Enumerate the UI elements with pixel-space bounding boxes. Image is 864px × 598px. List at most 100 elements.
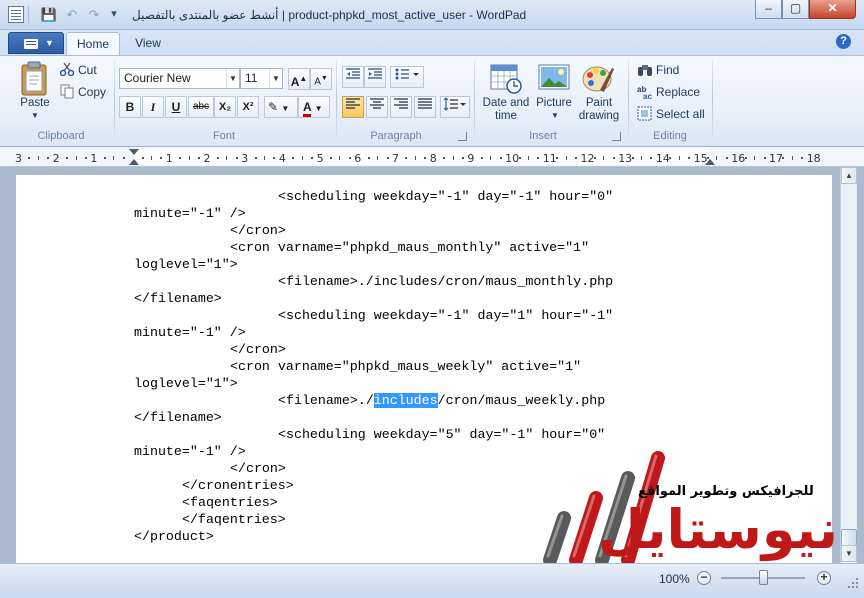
application-menu-button[interactable]: ▼	[8, 32, 64, 54]
highlight-color-button[interactable]: ✎ ▼	[264, 96, 298, 118]
subscript-button[interactable]: X₂	[214, 96, 236, 118]
wordpad-icon[interactable]	[8, 6, 24, 23]
paint-drawing-button[interactable]: Paint drawing	[576, 97, 622, 123]
decrease-indent-button[interactable]	[342, 66, 364, 88]
selected-text[interactable]: includes	[373, 393, 438, 408]
document-line[interactable]: minute="-1" />	[134, 205, 246, 222]
resize-grip-icon[interactable]	[848, 578, 858, 588]
editing-group-label: Editing	[653, 130, 687, 142]
bullets-button[interactable]	[390, 66, 424, 88]
copy-button[interactable]: Copy	[78, 85, 106, 99]
ruler-tick-mark	[264, 156, 266, 160]
tab-view[interactable]: View	[124, 32, 172, 55]
document-line[interactable]: </cron>	[230, 341, 286, 358]
help-icon[interactable]: ?	[836, 34, 851, 49]
picture-icon[interactable]	[538, 64, 570, 92]
align-center-button[interactable]	[366, 96, 388, 118]
text-color-button[interactable]: A ▼	[298, 96, 330, 118]
tab-home[interactable]: Home	[66, 32, 120, 55]
font-size-select[interactable]: 11 ▼	[240, 68, 283, 89]
copy-icon[interactable]	[60, 84, 74, 99]
zoom-out-button[interactable]: −	[697, 571, 711, 585]
justify-button[interactable]	[414, 96, 436, 118]
vertical-scrollbar[interactable]: ▲ ▼	[840, 167, 857, 563]
undo-icon[interactable]: ↶	[63, 6, 81, 23]
document-line[interactable]: minute="-1" />	[134, 443, 246, 460]
document-line[interactable]: loglevel="1">	[134, 256, 238, 273]
picture-dropdown-icon[interactable]: ▼	[548, 109, 562, 122]
document-line[interactable]: </cron>	[230, 460, 286, 477]
ruler-tick-label: 2	[203, 152, 211, 165]
document-line[interactable]: <cron varname="phpkd_maus_monthly" activ…	[230, 239, 589, 256]
replace-icon[interactable]: ab ac	[637, 84, 653, 100]
strikethrough-button[interactable]: abc	[188, 96, 214, 118]
scissors-icon[interactable]	[60, 62, 74, 76]
chevron-down-icon[interactable]: ▼	[269, 69, 282, 88]
document-line[interactable]: <filename>./includes/cron/maus_monthly.p…	[278, 273, 613, 290]
ruler-tick-mark	[254, 157, 257, 159]
replace-button[interactable]: Replace	[656, 85, 700, 99]
select-all-icon[interactable]	[637, 106, 653, 122]
ruler-tick-label: 2	[52, 152, 60, 165]
customize-quick-access-icon[interactable]: ▾	[105, 6, 123, 23]
ruler-tick-mark	[405, 157, 408, 159]
binoculars-icon[interactable]	[637, 62, 653, 78]
grow-font-button[interactable]: A▲	[288, 68, 310, 90]
ruler[interactable]: 3 2 1 1 2 3 4 5 6 7 8 9 10 11 12 13 14 15 16 17 18	[0, 147, 864, 167]
paragraph-dialog-launcher-icon[interactable]	[458, 132, 467, 141]
first-line-indent-marker[interactable]	[129, 149, 139, 155]
document-line[interactable]: loglevel="1">	[134, 375, 238, 392]
font-family-select[interactable]: Courier New ▼	[119, 68, 240, 89]
document-line[interactable]: <cron varname="phpkd_maus_weekly" active…	[230, 358, 581, 375]
document-line[interactable]: </product>	[134, 528, 214, 545]
right-indent-marker[interactable]	[705, 159, 715, 165]
document-line[interactable]: </filename>	[134, 290, 222, 307]
watermark-tagline: للجرافيكس وتطوير المواقع	[638, 484, 814, 499]
document-line[interactable]: </cronentries>	[182, 477, 294, 494]
redo-icon[interactable]: ↷	[85, 6, 103, 23]
align-right-button[interactable]	[390, 96, 412, 118]
zoom-in-button[interactable]: +	[817, 571, 831, 585]
paste-dropdown-icon[interactable]: ▼	[28, 109, 42, 122]
minimize-button[interactable]: ‒	[755, 0, 782, 19]
document-line[interactable]: </cron>	[230, 222, 286, 239]
calendar-clock-icon[interactable]	[490, 62, 522, 94]
align-left-button[interactable]	[342, 96, 364, 118]
scroll-up-icon[interactable]: ▲	[841, 167, 857, 184]
ruler-tick-mark	[226, 156, 228, 160]
document-line[interactable]: <scheduling weekday="-1" day="1" hour="-…	[278, 307, 613, 324]
cut-button[interactable]: Cut	[78, 63, 97, 77]
scroll-down-icon[interactable]: ▼	[841, 545, 857, 562]
shrink-font-button[interactable]: A▼	[310, 68, 332, 90]
document-line[interactable]: </faqentries>	[182, 511, 286, 528]
document-line[interactable]: <filename>./includes/cron/maus_weekly.ph…	[278, 392, 605, 409]
bold-button[interactable]: B	[119, 96, 141, 118]
close-button[interactable]: ✕	[809, 0, 856, 19]
zoom-slider-thumb[interactable]	[759, 570, 768, 585]
ruler-tick-mark	[28, 157, 31, 159]
ruler-tick-mark	[122, 157, 125, 159]
select-all-button[interactable]: Select all	[656, 107, 705, 121]
italic-button[interactable]: I	[142, 96, 164, 118]
document-line[interactable]: <faqentries>	[182, 494, 278, 511]
scrollbar-thumb[interactable]	[841, 529, 857, 546]
paint-palette-icon[interactable]	[582, 62, 614, 94]
document-line[interactable]: <scheduling weekday="-1" day="-1" hour="…	[278, 188, 613, 205]
document-line[interactable]: </filename>	[134, 409, 222, 426]
paste-icon[interactable]	[20, 61, 50, 97]
left-indent-marker[interactable]	[129, 159, 139, 165]
ruler-tick-mark	[631, 157, 634, 159]
insert-dialog-launcher-icon[interactable]	[612, 132, 621, 141]
document-line[interactable]: minute="-1" />	[134, 324, 246, 341]
increase-indent-button[interactable]	[364, 66, 386, 88]
underline-button[interactable]: U	[165, 96, 187, 118]
line-spacing-button[interactable]	[440, 96, 470, 118]
ruler-tick-mark	[603, 156, 605, 160]
save-icon[interactable]: 💾	[40, 6, 58, 23]
ruler-tick-mark	[103, 157, 106, 159]
superscript-button[interactable]: X²	[237, 96, 259, 118]
find-button[interactable]: Find	[656, 63, 679, 77]
chevron-down-icon[interactable]: ▼	[226, 69, 239, 88]
date-and-time-button[interactable]: Date and time	[480, 97, 532, 123]
maximize-button[interactable]: ▢	[782, 0, 809, 19]
